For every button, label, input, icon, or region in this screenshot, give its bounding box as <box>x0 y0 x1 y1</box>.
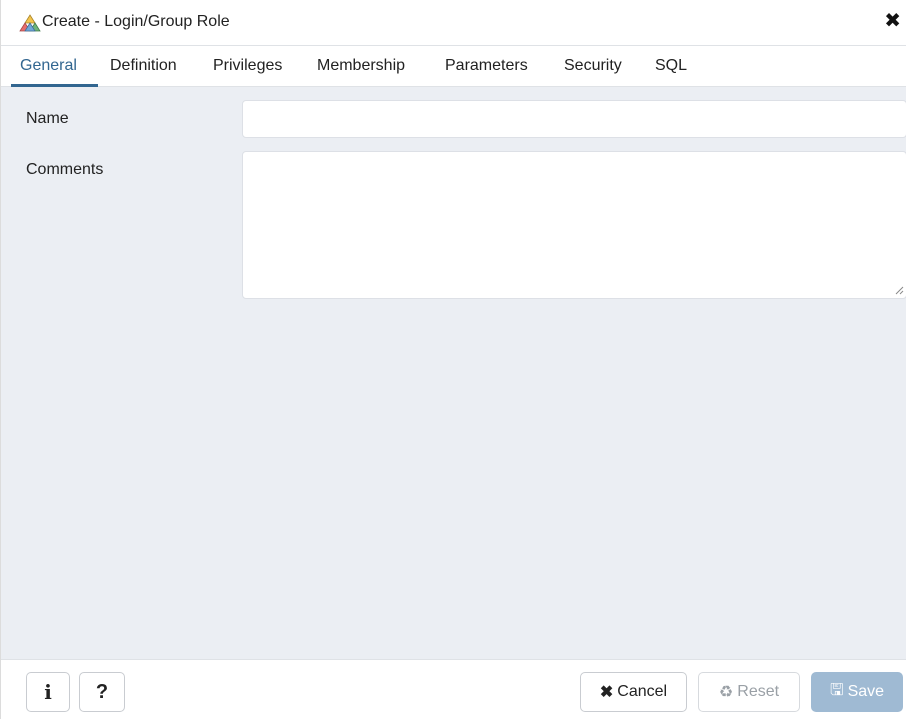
dialog-titlebar[interactable]: Create - Login/Group Role ✖ <box>1 0 906 46</box>
save-label: Save <box>847 683 885 700</box>
tab-sql[interactable]: SQL <box>655 57 687 75</box>
reset-button[interactable]: ♻ Reset <box>698 672 800 712</box>
close-icon[interactable]: ✖ <box>884 11 901 31</box>
name-label: Name <box>26 110 69 127</box>
dialog-title: Create - Login/Group Role <box>42 13 230 30</box>
tab-bar: General Definition Privileges Membership… <box>1 47 906 87</box>
reset-label: Reset <box>737 683 780 700</box>
tab-general[interactable]: General <box>20 57 77 75</box>
tab-membership[interactable]: Membership <box>317 57 405 75</box>
general-tab-panel: Name Comments <box>1 87 906 659</box>
info-button[interactable]: i <box>26 672 70 712</box>
name-input[interactable] <box>242 100 906 138</box>
tab-parameters[interactable]: Parameters <box>445 57 528 75</box>
help-button[interactable]: ? <box>79 672 125 712</box>
comments-label: Comments <box>26 161 104 178</box>
tab-privileges[interactable]: Privileges <box>213 57 282 75</box>
tab-security[interactable]: Security <box>564 57 622 75</box>
tab-definition[interactable]: Definition <box>110 57 177 75</box>
resize-grip-icon[interactable] <box>894 285 904 295</box>
recycle-icon: ♻ <box>718 684 734 701</box>
cancel-label: Cancel <box>617 683 668 700</box>
comments-textarea[interactable] <box>242 151 906 299</box>
create-login-group-role-dialog: Create - Login/Group Role ✖ General Defi… <box>0 0 906 719</box>
cancel-x-icon: ✖ <box>599 684 614 701</box>
floppy-disk-icon: 🖫 <box>829 681 844 699</box>
dialog-footer: i ? ✖ Cancel ♻ Reset 🖫 Save <box>1 659 906 719</box>
info-icon: i <box>44 680 52 704</box>
group-role-icon <box>19 14 41 32</box>
save-button[interactable]: 🖫 Save <box>811 672 903 712</box>
cancel-button[interactable]: ✖ Cancel <box>580 672 687 712</box>
help-icon: ? <box>95 680 109 703</box>
